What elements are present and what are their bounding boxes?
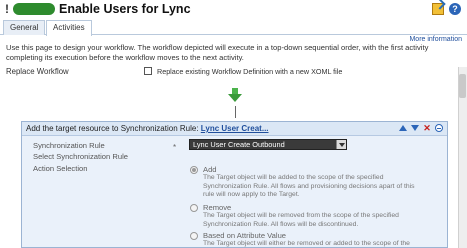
required-marker: *	[173, 143, 177, 152]
replace-workflow-row: Replace Workflow Replace existing Workfl…	[0, 65, 467, 79]
option-attribute-value-description: The Target object will either be removed…	[203, 240, 410, 247]
radio-remove[interactable]	[190, 204, 198, 212]
activity-title: Add the target resource to Synchronizati…	[26, 124, 269, 133]
chevron-down-icon[interactable]	[336, 140, 346, 149]
workflow-start-arrow-icon	[228, 88, 242, 104]
move-down-icon[interactable]	[411, 124, 419, 132]
collapse-icon[interactable]	[435, 124, 443, 132]
move-up-icon[interactable]	[399, 124, 407, 132]
title-toolbar: ?	[432, 3, 461, 15]
replace-workflow-checkbox-label[interactable]: Replace existing Workflow Definition wit…	[157, 67, 342, 76]
tab-activities[interactable]: Activities	[46, 20, 92, 36]
activity-toolbar: ✕	[399, 124, 443, 133]
option-remove-title: Remove	[203, 203, 232, 212]
activity-header: Add the target resource to Synchronizati…	[22, 122, 447, 136]
activity-title-text: Add the target resource to Synchronizati…	[26, 124, 199, 133]
more-information-link[interactable]: More information	[409, 36, 462, 43]
title-prefix: !	[5, 2, 9, 16]
option-attribute-value-title: Based on Attribute Value	[203, 231, 287, 240]
tab-strip: General Activities	[0, 20, 467, 36]
title-bar: ! Enable Users for Lync ?	[0, 0, 467, 19]
sync-rule-label: Synchronization Rule	[33, 141, 105, 150]
sync-rule-select-value: Lync User Create Outbound	[193, 140, 285, 149]
option-remove-description: The Target object will be removed from t…	[203, 212, 399, 228]
help-icon[interactable]: ?	[449, 3, 461, 15]
radio-attribute-value[interactable]	[190, 232, 198, 240]
activity-title-link[interactable]: Lync User Creat...	[201, 124, 269, 133]
radio-add[interactable]	[190, 166, 198, 174]
tab-general[interactable]: General	[3, 20, 46, 35]
redacted-name-mark	[13, 3, 55, 15]
option-add-title: Add	[203, 165, 217, 174]
workflow-connector	[235, 106, 236, 118]
export-icon[interactable]	[432, 3, 444, 15]
sync-rule-sublabel: Select Synchronization Rule	[33, 152, 128, 161]
sync-rule-select[interactable]: Lync User Create Outbound	[189, 139, 347, 150]
page-title: Enable Users for Lync	[59, 2, 191, 16]
action-selection-label: Action Selection	[33, 164, 88, 173]
option-add-description: The Target object will be added to the s…	[203, 174, 415, 199]
replace-workflow-label: Replace Workflow	[6, 67, 69, 76]
delete-activity-icon[interactable]: ✕	[423, 124, 431, 133]
intro-text: Use this page to design your workflow. T…	[6, 43, 429, 62]
activity-panel: Add the target resource to Synchronizati…	[21, 121, 448, 248]
scrollbar-thumb[interactable]	[459, 74, 466, 98]
replace-workflow-checkbox[interactable]	[144, 67, 152, 75]
